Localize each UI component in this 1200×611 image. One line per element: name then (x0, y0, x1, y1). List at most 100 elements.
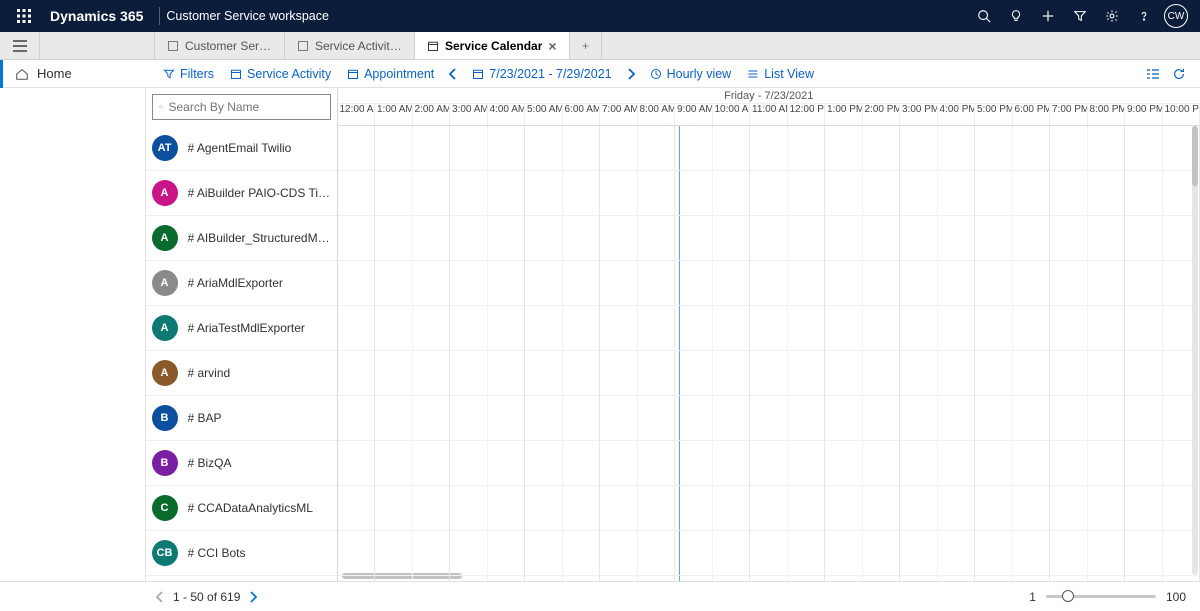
avatar-badge: C (152, 495, 178, 521)
chevron-right-icon (626, 68, 636, 80)
search-input[interactable] (152, 94, 331, 120)
resource-row[interactable]: A # AriaMdlExporter (146, 261, 337, 306)
appointment-button[interactable]: Appointment (339, 60, 442, 87)
tab-label: Service Calendar (445, 39, 542, 53)
avatar-badge: A (152, 270, 178, 296)
filter-icon (163, 68, 175, 80)
resource-row[interactable]: B# BizQA (146, 441, 337, 486)
hour-cell: 11:00 AM (750, 104, 788, 125)
avatar-badge: B (152, 405, 178, 431)
hour-cell: 12:00 PM (788, 104, 826, 125)
refresh-button[interactable] (1166, 60, 1200, 87)
resource-row[interactable]: A # arvind (146, 351, 337, 396)
resource-label: # CCI Bots (188, 546, 246, 560)
tab-service-calendar[interactable]: Service Calendar × (415, 32, 570, 59)
resource-label: # AiBuilder PAIO-CDS Tip NonPr (188, 186, 331, 200)
avatar-badge: CB (152, 540, 178, 566)
list-icon (747, 68, 759, 80)
close-icon[interactable]: × (548, 38, 556, 54)
vertical-divider (159, 7, 160, 25)
hamburger-icon[interactable] (0, 32, 40, 59)
resource-row[interactable]: CB # CCI Bots (146, 531, 337, 576)
search-icon (159, 101, 163, 113)
resource-row[interactable]: A # AiBuilder PAIO-CDS Tip NonPr (146, 171, 337, 216)
filter-icon[interactable] (1064, 0, 1096, 32)
resource-label: # BizQA (188, 456, 232, 470)
calendar-icon (230, 68, 242, 80)
date-range-button[interactable]: 7/23/2021 - 7/29/2021 (464, 60, 619, 87)
hour-cell: 8:00 PM (1088, 104, 1126, 125)
hour-cell: 3:00 AM (450, 104, 488, 125)
search-icon[interactable] (968, 0, 1000, 32)
app-launcher-icon[interactable] (8, 9, 40, 23)
hour-cell: 6:00 PM (1013, 104, 1051, 125)
hour-header: 12:00 AM1:00 AM2:00 AM3:00 AM4:00 AM5:00… (338, 104, 1200, 126)
list-view-button[interactable]: List View (739, 60, 822, 87)
filters-button[interactable]: Filters (155, 60, 222, 87)
avatar-badge: A (152, 180, 178, 206)
home-button[interactable]: Home (0, 60, 155, 88)
new-tab-button[interactable] (570, 32, 602, 59)
calendar-grid[interactable] (338, 126, 1200, 581)
zoom-min-label: 1 (1029, 590, 1036, 604)
resource-label: # arvind (188, 366, 231, 380)
zoom-slider[interactable] (1046, 595, 1156, 598)
resource-label: # AgentEmail Twilio (188, 141, 292, 155)
chevron-left-icon (448, 68, 458, 80)
legend-button[interactable] (1140, 60, 1166, 87)
gear-icon[interactable] (1096, 0, 1128, 32)
hour-cell: 12:00 AM (338, 104, 376, 125)
hour-cell: 9:00 AM (675, 104, 713, 125)
calendar-icon (427, 40, 439, 52)
zoom-slider-thumb[interactable] (1062, 590, 1074, 602)
entity-icon (167, 40, 179, 52)
resource-row[interactable]: A # AriaTestMdlExporter (146, 306, 337, 351)
entity-icon (297, 40, 309, 52)
service-activity-button[interactable]: Service Activity (222, 60, 339, 87)
hour-cell: 4:00 AM (488, 104, 526, 125)
resource-label: # AriaMdlExporter (188, 276, 283, 290)
legend-icon (1146, 68, 1160, 80)
pager-label: 1 - 50 of 619 (173, 590, 240, 604)
vertical-scrollbar-track[interactable] (1192, 126, 1198, 575)
resource-label: # BAP (188, 411, 222, 425)
search-field[interactable] (169, 100, 324, 114)
vertical-scrollbar-thumb[interactable] (1192, 126, 1198, 186)
resource-label: # AriaTestMdlExporter (188, 321, 305, 335)
avatar-badge: A (152, 225, 178, 251)
avatar-badge: AT (152, 135, 178, 161)
user-avatar[interactable]: CW (1160, 0, 1192, 32)
resource-row[interactable]: A# AIBuilder_StructuredML_PrePro (146, 216, 337, 261)
hour-cell: 2:00 AM (413, 104, 451, 125)
resource-row[interactable]: B # BAP (146, 396, 337, 441)
hour-cell: 7:00 PM (1050, 104, 1088, 125)
clock-icon (650, 68, 662, 80)
pager-next[interactable] (248, 591, 258, 603)
hour-cell: 5:00 PM (975, 104, 1013, 125)
hour-cell: 8:00 AM (638, 104, 676, 125)
home-label: Home (37, 66, 72, 81)
tab-service-activities[interactable]: Service Activities M... (285, 32, 415, 59)
hour-cell: 1:00 PM (825, 104, 863, 125)
prev-range-button[interactable] (442, 60, 464, 87)
zoom-max-label: 100 (1166, 590, 1186, 604)
lightbulb-icon[interactable] (1000, 0, 1032, 32)
tab-customer-service[interactable]: Customer Service A... (155, 32, 285, 59)
avatar-badge: A (152, 360, 178, 386)
pager: 1 - 50 of 619 (155, 590, 258, 604)
add-icon[interactable] (1032, 0, 1064, 32)
resource-row[interactable]: AT # AgentEmail Twilio (146, 126, 337, 171)
day-header: Friday - 7/23/2021 (338, 88, 1200, 104)
hour-cell: 4:00 PM (938, 104, 976, 125)
tab-label: Customer Service A... (185, 39, 272, 53)
hour-cell: 5:00 AM (525, 104, 563, 125)
resource-row[interactable]: C # CCADataAnalyticsML (146, 486, 337, 531)
hourly-view-button[interactable]: Hourly view (642, 60, 740, 87)
hour-cell: 1:00 AM (375, 104, 413, 125)
next-range-button[interactable] (620, 60, 642, 87)
calendar-icon (347, 68, 359, 80)
help-icon[interactable] (1128, 0, 1160, 32)
resource-label: # CCADataAnalyticsML (188, 501, 313, 515)
avatar-badge: A (152, 315, 178, 341)
pager-prev[interactable] (155, 591, 165, 603)
